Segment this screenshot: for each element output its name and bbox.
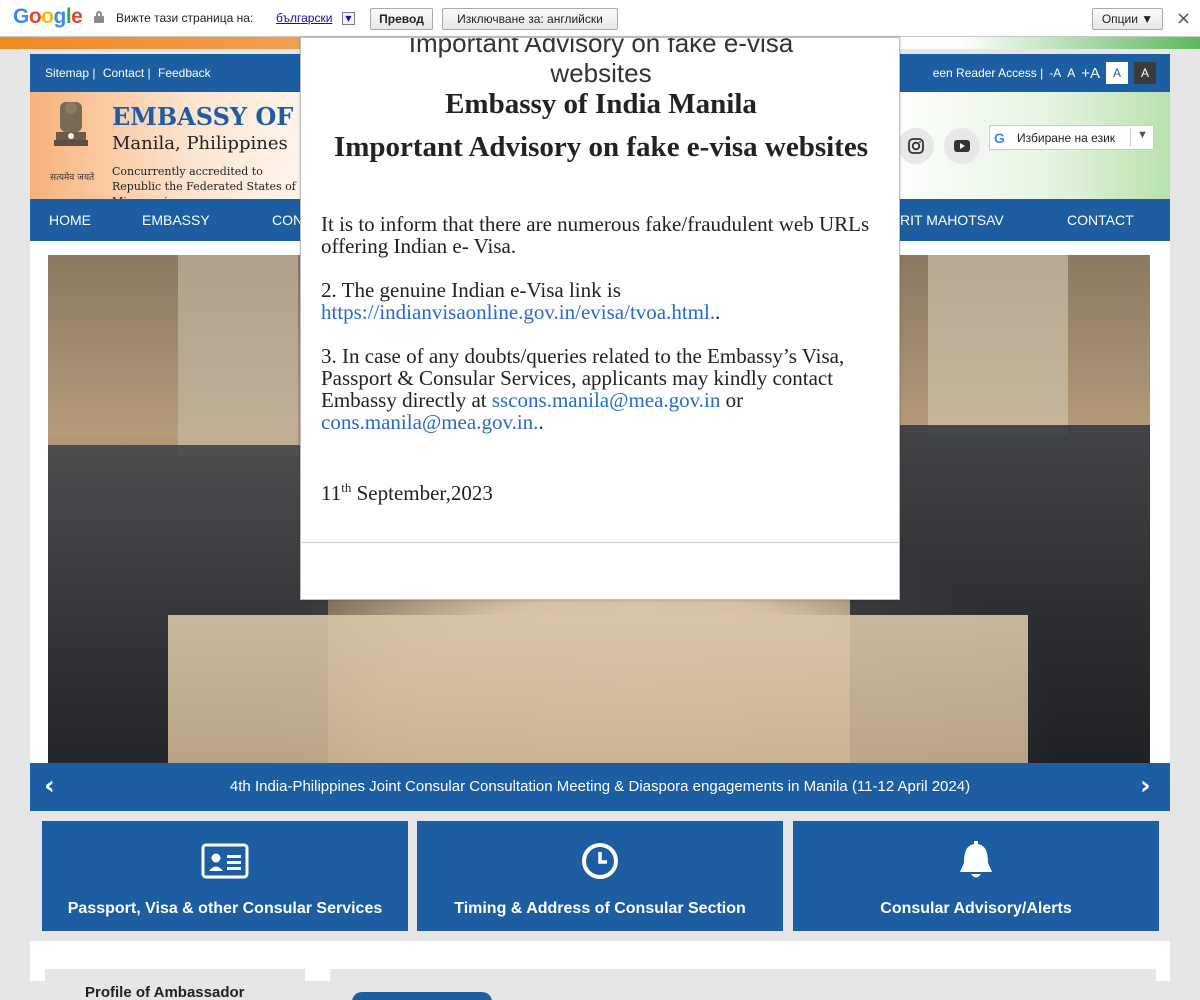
ambassador-profile-card[interactable]: Profile of Ambassador <box>45 969 305 1000</box>
instagram-icon[interactable] <box>898 128 934 164</box>
tile-label: Consular Advisory/Alerts <box>880 900 1072 917</box>
sscons-email-link[interactable]: sscons.manila@mea.gov.in <box>492 388 721 412</box>
nav-home[interactable]: HOME <box>49 212 91 228</box>
translate-prompt: Вижте тази страница на: <box>116 11 254 25</box>
nav-contact[interactable]: CONTACT <box>1067 212 1134 228</box>
advisory-date: 11th September,2023 <box>321 480 493 505</box>
chevron-down-icon[interactable]: ▼ <box>342 12 355 25</box>
chevron-down-icon: ▼ <box>1137 129 1148 141</box>
sitemap-link[interactable]: Sitemap | <box>45 66 95 80</box>
lock-icon <box>94 11 104 23</box>
bell-icon <box>952 841 1000 881</box>
options-button[interactable]: Опции ▼ <box>1092 8 1163 30</box>
translate-button[interactable]: Превод <box>370 8 433 30</box>
feedback-link[interactable]: Feedback <box>158 66 211 80</box>
lower-section: Profile of Ambassador <box>30 941 1170 1000</box>
clock-icon <box>576 841 624 881</box>
font-increase-button[interactable]: +A <box>1081 65 1100 82</box>
screen-reader-link[interactable]: een Reader Access | <box>933 66 1044 80</box>
modal-divider <box>301 542 899 543</box>
consular-services-tile[interactable]: Passport, Visa & other Consular Services <box>42 821 408 931</box>
google-g-icon: G <box>994 130 1005 146</box>
advisory-paragraph-1: It is to inform that there are numerous … <box>321 212 870 258</box>
translate-bar: Google Вижте тази страница на: български… <box>0 0 1200 37</box>
slider-caption: 4th India-Philippines Joint Consular Con… <box>229 778 971 795</box>
national-emblem: सत्यमेव जयते <box>46 98 96 183</box>
contrast-light-button[interactable]: A <box>1106 62 1128 84</box>
font-normal-button[interactable]: A <box>1067 66 1075 80</box>
tile-label: Timing & Address of Consular Section <box>454 900 746 917</box>
consular-advisory-tile[interactable]: Consular Advisory/Alerts <box>793 821 1159 931</box>
modal-body: It is to inform that there are numerous … <box>321 213 881 526</box>
nav-consular[interactable]: CON <box>272 212 303 228</box>
evisa-link[interactable]: https://indianvisaonline.gov.in/evisa/tv… <box>321 300 715 324</box>
contact-link[interactable]: Contact | <box>103 66 151 80</box>
slider-caption-bar: ‹ 4th India-Philippines Joint Consular C… <box>30 763 1170 811</box>
id-card-icon <box>201 841 249 881</box>
site-subtitle: Manila, Philippines <box>112 133 288 154</box>
language-selector[interactable]: G Избиране на език ▼ <box>989 125 1154 150</box>
close-icon[interactable]: × <box>1176 8 1191 29</box>
slider-next-button[interactable]: › <box>1140 773 1151 799</box>
modal-heading-advisory: Important Advisory on fake e-visa websit… <box>333 131 869 163</box>
target-language-link[interactable]: български <box>276 11 332 25</box>
ambassador-profile-title: Profile of Ambassador <box>85 984 245 1000</box>
nav-amrit-mahotsav[interactable]: RIT MAHOTSAV <box>900 212 1004 228</box>
consular-timing-tile[interactable]: Timing & Address of Consular Section <box>417 821 783 931</box>
contrast-dark-button[interactable]: A <box>1134 62 1156 84</box>
advisory-paragraph-2: 2. The genuine Indian e-Visa link is htt… <box>321 278 721 324</box>
google-logo: Google <box>13 5 83 28</box>
nav-embassy[interactable]: EMBASSY <box>142 212 210 228</box>
site-title: EMBASSY OF <box>112 102 294 131</box>
quick-links: Passport, Visa & other Consular Services… <box>30 811 1170 941</box>
advisory-paragraph-3: 3. In case of any doubts/queries related… <box>321 344 845 434</box>
news-tab[interactable] <box>352 992 492 1000</box>
accessibility-controls: een Reader Access | -A A +A A A <box>933 62 1156 84</box>
modal-scrolled-title: Important Advisory on fake e-visa websit… <box>408 37 794 88</box>
youtube-icon[interactable] <box>944 128 980 164</box>
tile-label: Passport, Visa & other Consular Services <box>67 900 383 917</box>
advisory-modal: Important Advisory on fake e-visa websit… <box>300 37 900 600</box>
news-panel <box>330 969 1156 1000</box>
cons-email-link[interactable]: cons.manila@mea.gov.in. <box>321 410 538 434</box>
font-decrease-button[interactable]: -A <box>1049 66 1061 80</box>
modal-heading-embassy: Embassy of India Manila <box>445 88 757 120</box>
never-translate-button[interactable]: Изключване за: английски <box>442 8 618 30</box>
language-selector-label: Избиране на език <box>1017 131 1116 145</box>
emblem-motto: सत्यमेव जयते <box>50 173 95 183</box>
